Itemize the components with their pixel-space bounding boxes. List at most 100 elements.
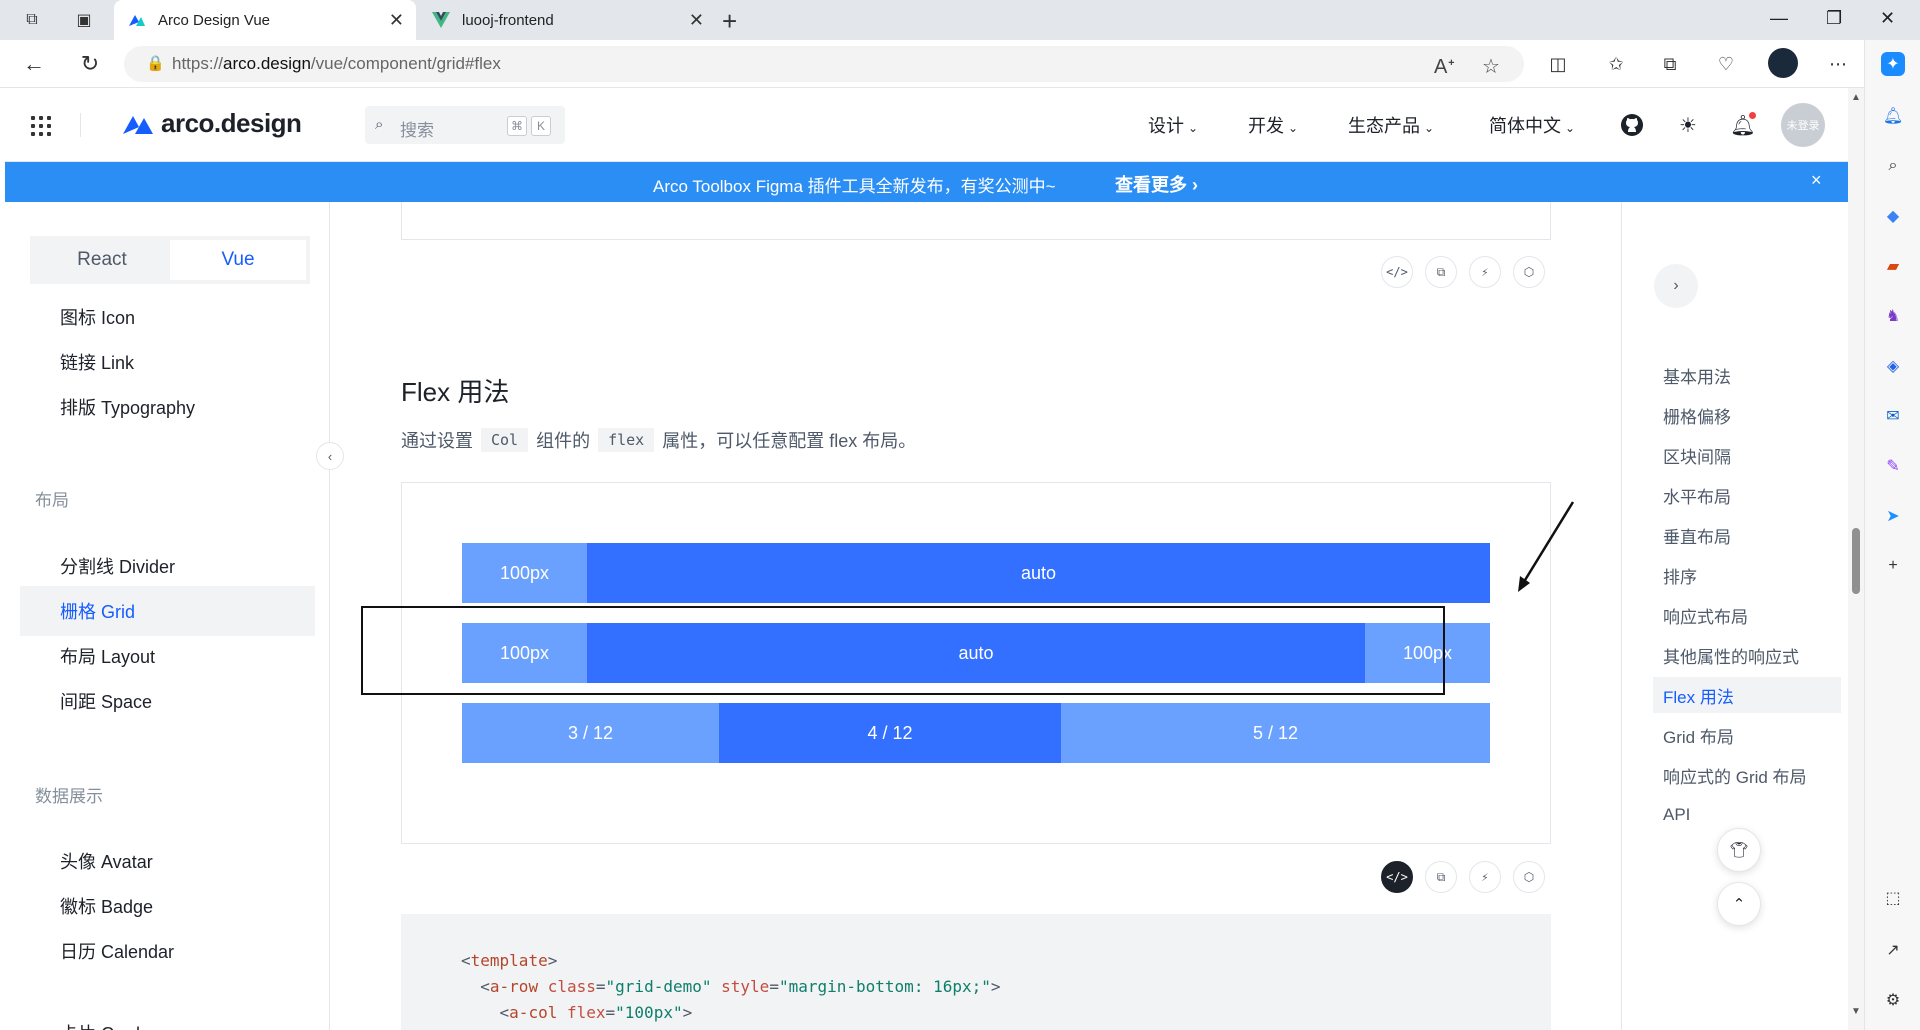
tab-luooj-frontend[interactable]: luooj-frontend ✕ — [418, 0, 716, 40]
collections-icon[interactable]: ⧉ — [1656, 50, 1684, 78]
desc-text: 通过设置 — [401, 431, 473, 451]
favorite-star-icon[interactable]: ☆ — [1482, 54, 1500, 79]
menu-ecosystem[interactable]: 生态产品 ⌄ — [1348, 112, 1434, 138]
toc-item-active[interactable]: Flex 用法 — [1653, 677, 1841, 713]
banner-close-icon[interactable]: × — [1811, 170, 1822, 191]
sidebar-item-divider[interactable]: 分割线 Divider — [20, 541, 315, 591]
toc-toggle-button[interactable]: › — [1654, 264, 1698, 308]
show-code-icon[interactable]: </> — [1381, 256, 1413, 288]
scroll-down-icon[interactable]: ▼ — [1851, 1006, 1861, 1017]
sidebar-item-avatar[interactable]: 头像 Avatar — [20, 836, 315, 886]
shopping-tag-icon[interactable]: ◆ — [1881, 204, 1905, 228]
demo-row-3: 3 / 12 4 / 12 5 / 12 — [462, 703, 1490, 763]
theme-toggle-icon[interactable]: ☀ — [1675, 112, 1701, 138]
copy-icon[interactable]: ⧉ — [1425, 256, 1457, 288]
new-tab-icon[interactable]: + — [722, 6, 737, 37]
tab-title: luooj-frontend — [462, 11, 554, 29]
banner-more-link[interactable]: 查看更多 › — [1115, 171, 1198, 197]
menu-language[interactable]: 简体中文 ⌄ — [1489, 112, 1575, 138]
outlook-icon[interactable]: ✉ — [1881, 404, 1905, 428]
stackblitz-icon[interactable]: ⬡ — [1513, 256, 1545, 288]
toc-item[interactable]: 响应式布局 — [1653, 597, 1841, 633]
switch-vue[interactable]: Vue — [170, 240, 306, 280]
vertical-tabs-icon[interactable]: ▣ — [72, 8, 96, 32]
switch-react[interactable]: React — [34, 240, 170, 280]
bell-icon[interactable]: 🔔︎ — [1881, 104, 1905, 128]
workspaces-icon[interactable]: ⧉ — [20, 8, 44, 32]
app-grid-icon[interactable] — [31, 116, 53, 136]
read-aloud-icon[interactable]: Aᐩ — [1434, 54, 1455, 79]
scroll-up-icon[interactable]: ▲ — [1851, 92, 1861, 103]
close-tab-icon[interactable]: ✕ — [389, 10, 404, 31]
codesandbox-icon[interactable]: ⚡ — [1469, 256, 1501, 288]
stackblitz-icon[interactable]: ⬡ — [1513, 861, 1545, 893]
close-window-icon[interactable]: ✕ — [1880, 8, 1895, 29]
sidebar-item-grid[interactable]: 栅格 Grid — [20, 586, 315, 636]
chevron-down-icon: ⌄ — [1188, 121, 1199, 135]
settings-gear-icon[interactable]: ⚙ — [1881, 988, 1905, 1012]
maximize-icon[interactable]: ❐ — [1826, 8, 1842, 29]
sidebar-item-layout[interactable]: 布局 Layout — [20, 631, 315, 681]
tab-arco-design-vue[interactable]: Arco Design Vue ✕ — [114, 0, 416, 40]
favorites-icon[interactable]: ✩ — [1602, 50, 1630, 78]
close-tab-icon[interactable]: ✕ — [689, 10, 704, 31]
minimize-icon[interactable]: — — [1770, 8, 1788, 29]
page-scrollbar[interactable]: ▲ ▼ — [1848, 88, 1864, 1030]
scrollbar-thumb[interactable] — [1852, 528, 1860, 594]
back-icon[interactable]: ← — [20, 50, 48, 78]
games-icon[interactable]: ♞ — [1881, 304, 1905, 328]
back-to-top-button[interactable]: ⌃ — [1717, 882, 1761, 926]
copilot-icon[interactable]: ✦ — [1881, 52, 1905, 76]
browser-tab-bar: ⧉ ▣ Arco Design Vue ✕ luooj-frontend ✕ +… — [0, 0, 1920, 40]
more-menu-icon[interactable]: ⋯ — [1824, 50, 1852, 78]
sidebar-item-typography[interactable]: 排版 Typography — [20, 382, 315, 432]
toc-item[interactable]: 栅格偏移 — [1653, 397, 1841, 433]
toc-item[interactable]: API — [1653, 797, 1841, 833]
toc-item[interactable]: 排序 — [1653, 557, 1841, 593]
toc-item[interactable]: 水平布局 — [1653, 477, 1841, 513]
external-link-icon[interactable]: ↗ — [1881, 938, 1905, 962]
refresh-icon[interactable]: ↻ — [76, 50, 104, 78]
search-icon[interactable]: ⌕ — [1881, 154, 1905, 178]
menu-design[interactable]: 设计 ⌄ — [1148, 112, 1198, 138]
desc-text: 属性，可以任意配置 flex 布局。 — [662, 431, 917, 451]
toc-item[interactable]: 垂直布局 — [1653, 517, 1841, 553]
microsoft365-icon[interactable]: ◈ — [1881, 354, 1905, 378]
profile-avatar[interactable] — [1768, 48, 1798, 78]
toc-item[interactable]: 区块间隔 — [1653, 437, 1841, 473]
menu-develop[interactable]: 开发 ⌄ — [1248, 112, 1298, 138]
toc-item[interactable]: 基本用法 — [1653, 357, 1841, 393]
sidebar-item-badge[interactable]: 徽标 Badge — [20, 881, 315, 931]
inline-code-col: Col — [481, 428, 529, 452]
sidebar-item-card[interactable]: 卡片 Card — [20, 1008, 315, 1030]
codesandbox-icon[interactable]: ⚡ — [1469, 861, 1501, 893]
performance-icon[interactable]: ♡ — [1712, 50, 1740, 78]
sidebar-item-space[interactable]: 间距 Space — [20, 676, 315, 726]
feedback-button[interactable]: 👕︎ — [1717, 828, 1761, 872]
sidebar-item-calendar[interactable]: 日历 Calendar — [20, 926, 315, 976]
demo-actions: </> ⧉ ⚡ ⬡ — [1381, 861, 1545, 893]
sidebar-item-link[interactable]: 链接 Link — [20, 337, 315, 387]
demo-row-1: 100px auto — [462, 543, 1490, 603]
show-code-icon[interactable]: </> — [1381, 861, 1413, 893]
header-divider — [80, 113, 81, 137]
toc-item[interactable]: 其他属性的响应式 — [1653, 637, 1841, 673]
user-avatar[interactable]: 未登录 — [1781, 103, 1825, 147]
url-input[interactable]: 🔒 https://arco.design/vue/component/grid… — [124, 46, 1524, 82]
split-screen-icon[interactable]: ◫ — [1544, 50, 1572, 78]
sidebar-item-icon[interactable]: 图标 Icon — [20, 292, 315, 342]
arco-logo[interactable]: arco.design — [121, 108, 302, 139]
copy-icon[interactable]: ⧉ — [1425, 861, 1457, 893]
add-icon[interactable]: + — [1881, 554, 1905, 578]
github-icon[interactable] — [1619, 112, 1645, 138]
tools-icon[interactable]: ▰ — [1881, 254, 1905, 278]
designer-icon[interactable]: ✎ — [1881, 454, 1905, 478]
send-icon[interactable]: ➤ — [1881, 504, 1905, 528]
chevron-down-icon: ⌄ — [1565, 121, 1576, 135]
notification-bell-icon[interactable]: 🔔︎ — [1730, 112, 1756, 138]
search-input[interactable]: ⌕ 搜索 ⌘ K — [365, 106, 565, 144]
toc-item[interactable]: Grid 布局 — [1653, 717, 1841, 753]
screenshot-icon[interactable]: ⬚ — [1881, 886, 1905, 910]
sidebar-collapse-button[interactable]: ‹ — [316, 442, 344, 470]
toc-item[interactable]: 响应式的 Grid 布局 — [1653, 757, 1841, 793]
